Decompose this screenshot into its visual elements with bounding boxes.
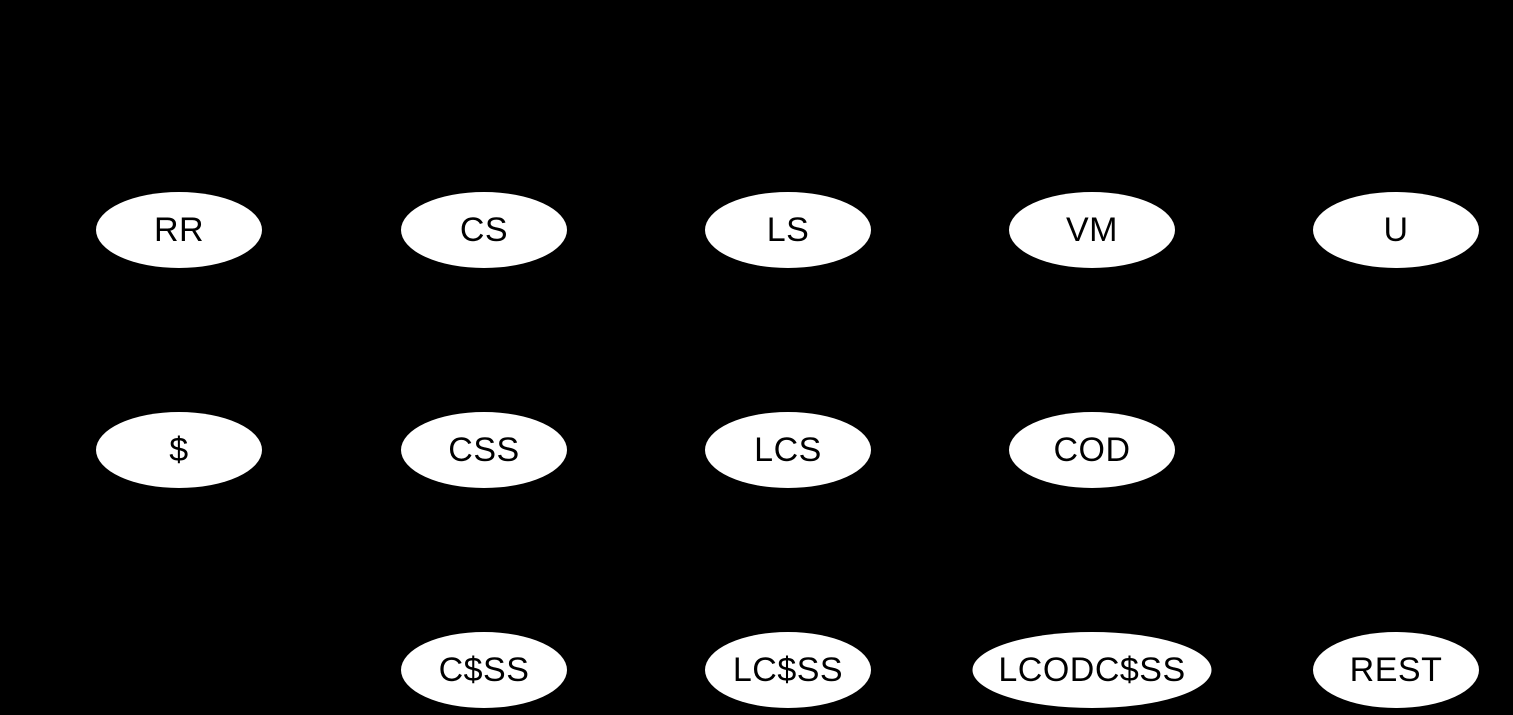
node-label: CS [459, 211, 509, 249]
node-lcdollarss[interactable]: LC$SS [705, 632, 871, 708]
node-label: $ [169, 431, 189, 469]
node-rest[interactable]: REST [1313, 632, 1479, 708]
node-cdollarss[interactable]: C$SS [401, 632, 567, 708]
node-label: C$SS [438, 651, 530, 689]
node-label: COD [1053, 431, 1131, 469]
node-vm[interactable]: VM [1009, 192, 1175, 268]
diagram-canvas: RR CS LS VM U $ CSS LCS COD C$SS LC$SS LCODC$SS REST [0, 0, 1513, 715]
node-label: REST [1349, 651, 1443, 689]
node-label: RR [153, 211, 205, 249]
node-label: LS [766, 211, 810, 249]
node-cs[interactable]: CS [401, 192, 567, 268]
node-css[interactable]: CSS [401, 412, 567, 488]
node-label: LCS [754, 431, 822, 469]
node-label: U [1383, 211, 1409, 249]
node-label: LC$SS [732, 651, 844, 689]
node-label: VM [1066, 211, 1118, 249]
node-rr[interactable]: RR [96, 192, 262, 268]
node-cod[interactable]: COD [1009, 412, 1175, 488]
node-lcodcdollarss[interactable]: LCODC$SS [972, 632, 1212, 708]
node-u[interactable]: U [1313, 192, 1479, 268]
node-ls[interactable]: LS [705, 192, 871, 268]
node-label: LCODC$SS [998, 651, 1186, 689]
node-dollar[interactable]: $ [96, 412, 262, 488]
node-label: CSS [448, 431, 520, 469]
node-lcs[interactable]: LCS [705, 412, 871, 488]
